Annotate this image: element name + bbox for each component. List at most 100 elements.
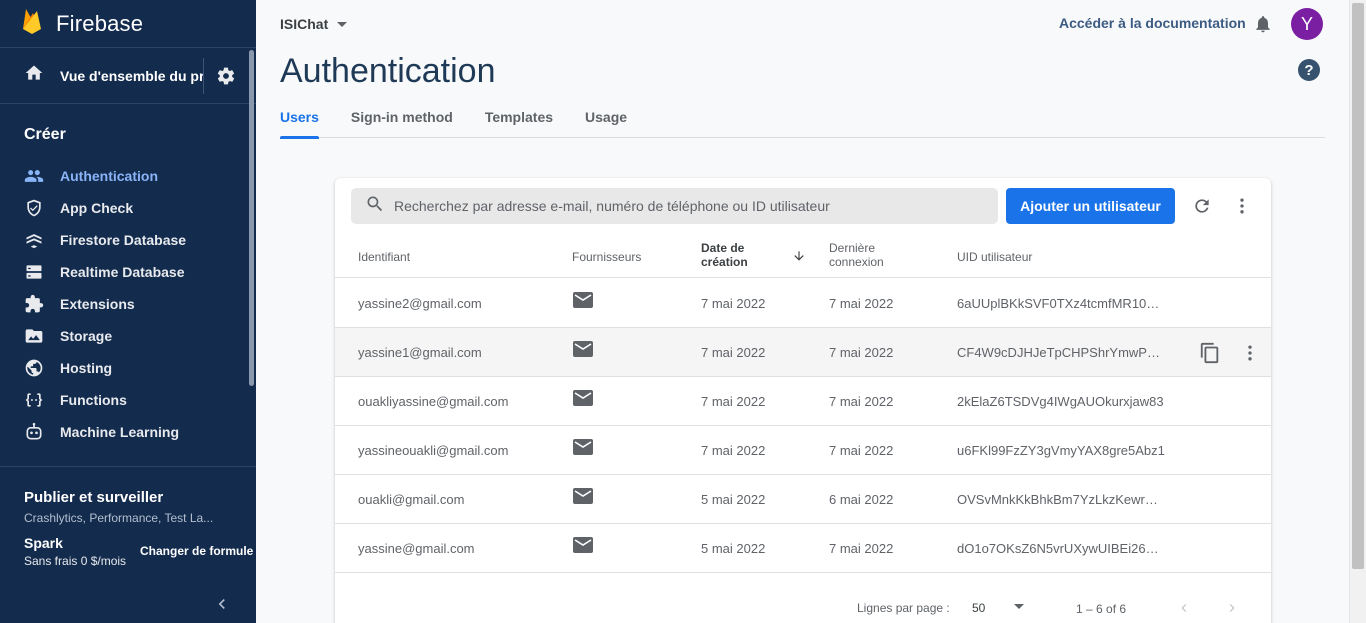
more-vert-icon[interactable] (1240, 343, 1260, 368)
user-last-login: 7 mai 2022 (829, 443, 894, 458)
project-selector[interactable]: ISIChat (280, 16, 348, 32)
docs-link[interactable]: Accéder à la documentation (1059, 15, 1246, 31)
image-icon (24, 326, 44, 346)
sidebar-item-firestore-database[interactable]: Firestore Database (0, 224, 256, 256)
page-title: Authentication (280, 52, 496, 90)
column-header-uid[interactable]: UID utilisateur (957, 250, 1032, 264)
sidebar-item-label: Functions (60, 392, 127, 408)
add-user-button[interactable]: Ajouter un utilisateur (1006, 188, 1175, 224)
tab-users[interactable]: Users (280, 101, 319, 139)
puzzle-icon (24, 294, 44, 314)
user-created-date: 5 mai 2022 (701, 492, 766, 507)
copy-icon[interactable] (1199, 342, 1221, 369)
column-header-created-line2: création (701, 255, 748, 269)
chevron-right-icon[interactable] (1224, 600, 1240, 621)
column-header-last-login-line2: connexion (829, 255, 884, 269)
sidebar-item-label: App Check (60, 200, 134, 216)
table-row[interactable]: yassine2@gmail.com 7 mai 2022 7 mai 2022… (335, 279, 1271, 328)
change-plan-button[interactable]: Changer de formule (140, 544, 253, 558)
scrollbar-thumb[interactable] (1352, 3, 1364, 569)
email-icon (573, 390, 593, 411)
refresh-icon[interactable] (1192, 196, 1212, 221)
sidebar-item-label: Realtime Database (60, 264, 185, 280)
tab-bar: Users Sign-in method Templates Usage (280, 101, 1325, 139)
email-icon (573, 537, 593, 558)
tab-sign-in-method[interactable]: Sign-in method (351, 101, 453, 138)
user-uid: 2kElaZ6TSDVg4IWgAUOkurxjaw83 (957, 394, 1164, 409)
table-row[interactable]: yassine1@gmail.com 7 mai 2022 7 mai 2022… (335, 328, 1271, 377)
collapse-sidebar-icon[interactable] (212, 594, 232, 619)
user-identifier: yassine2@gmail.com (358, 296, 482, 311)
firebase-flame-icon (22, 7, 42, 40)
publish-title: Publier et surveiller (24, 489, 164, 506)
project-name: ISIChat (280, 16, 329, 32)
user-identifier: yassine@gmail.com (358, 541, 475, 556)
avatar[interactable]: Y (1291, 8, 1323, 40)
user-created-date: 7 mai 2022 (701, 443, 766, 458)
column-header-last-login[interactable]: Dernière connexion (829, 241, 884, 269)
gear-icon[interactable] (216, 66, 236, 91)
project-overview[interactable]: Vue d'ensemble du projet (0, 48, 256, 104)
arrow-down-icon[interactable] (792, 249, 806, 268)
user-created-date: 7 mai 2022 (701, 394, 766, 409)
search-input[interactable] (394, 198, 974, 214)
bell-icon[interactable] (1253, 13, 1273, 40)
column-header-created-line1: Date de (701, 241, 745, 255)
robot-icon (24, 422, 44, 442)
sidebar-item-authentication[interactable]: Authentication (0, 160, 256, 192)
user-uid: u6FKl99FzZY3gVmyYAX8gre5Abz1 (957, 443, 1165, 458)
sidebar-publish-section[interactable]: Publier et surveiller Crashlytics, Perfo… (0, 467, 256, 525)
column-header-providers[interactable]: Fournisseurs (572, 250, 641, 264)
shield-check-icon (24, 198, 44, 218)
sidebar-item-extensions[interactable]: Extensions (0, 288, 256, 320)
user-identifier: ouakliyassine@gmail.com (358, 394, 509, 409)
table-row[interactable]: yassine@gmail.com 5 mai 2022 7 mai 2022 … (335, 524, 1271, 573)
section-title-build: Créer (24, 126, 66, 143)
brand-name: Firebase (56, 10, 144, 36)
table-row[interactable]: ouakliyassine@gmail.com 7 mai 2022 7 mai… (335, 377, 1271, 426)
sidebar-item-storage[interactable]: Storage (0, 320, 256, 352)
user-created-date: 5 mai 2022 (701, 541, 766, 556)
column-header-identifier[interactable]: Identifiant (358, 250, 410, 264)
firebase-logo[interactable]: Firebase (22, 7, 143, 40)
table-row[interactable]: yassineouakli@gmail.com 7 mai 2022 7 mai… (335, 426, 1271, 475)
sidebar-item-app-check[interactable]: App Check (0, 192, 256, 224)
email-icon (573, 488, 593, 509)
user-uid: OVSvMnkKkBhkBm7YzLkzKewrBB... (957, 492, 1165, 507)
chevron-down-icon[interactable] (1014, 604, 1024, 609)
sidebar-item-hosting[interactable]: Hosting (0, 352, 256, 384)
sidebar-item-functions[interactable]: Functions (0, 384, 256, 416)
sidebar-item-label: Storage (60, 328, 113, 344)
search-icon (365, 194, 385, 219)
chevron-left-icon[interactable] (1176, 600, 1192, 621)
page-scrollbar[interactable] (1349, 0, 1366, 623)
tab-templates[interactable]: Templates (485, 101, 553, 138)
home-icon (24, 63, 44, 88)
sidebar-item-label: Firestore Database (60, 232, 187, 248)
plan-price: Sans frais 0 $/mois (24, 554, 127, 568)
table-row[interactable]: ouakli@gmail.com 5 mai 2022 6 mai 2022 O… (335, 475, 1271, 524)
tab-usage[interactable]: Usage (585, 101, 627, 138)
sidebar-nav: Authentication App Check Firestore Datab… (0, 160, 256, 448)
chevron-down-icon (337, 21, 348, 27)
user-identifier: ouakli@gmail.com (358, 492, 465, 507)
column-header-created[interactable]: Date de création (701, 241, 748, 269)
globe-icon (24, 358, 44, 378)
user-created-date: 7 mai 2022 (701, 345, 766, 360)
more-vert-icon[interactable] (1232, 196, 1252, 221)
sidebar-item-machine-learning[interactable]: Machine Learning (0, 416, 256, 448)
user-identifier: yassine1@gmail.com (358, 345, 482, 360)
plan-name: Spark (24, 535, 63, 551)
email-icon (573, 341, 593, 362)
user-uid: 6aUUplBKkSVF0TXz4tcmfMR10Hr1 (957, 296, 1165, 311)
help-icon[interactable]: ? (1298, 59, 1320, 81)
sidebar-item-realtime-database[interactable]: Realtime Database (0, 256, 256, 288)
sidebar-scrollbar[interactable] (249, 50, 254, 386)
pagination-range: 1 – 6 of 6 (1076, 602, 1127, 616)
user-identifier: yassineouakli@gmail.com (358, 443, 509, 458)
search-bar[interactable] (351, 188, 998, 224)
sidebar: Firebase Vue d'ensemble du projet Créer … (0, 0, 256, 623)
rows-per-page-select[interactable]: 50 (972, 601, 985, 615)
user-last-login: 6 mai 2022 (829, 492, 894, 507)
database-icon (24, 262, 44, 282)
